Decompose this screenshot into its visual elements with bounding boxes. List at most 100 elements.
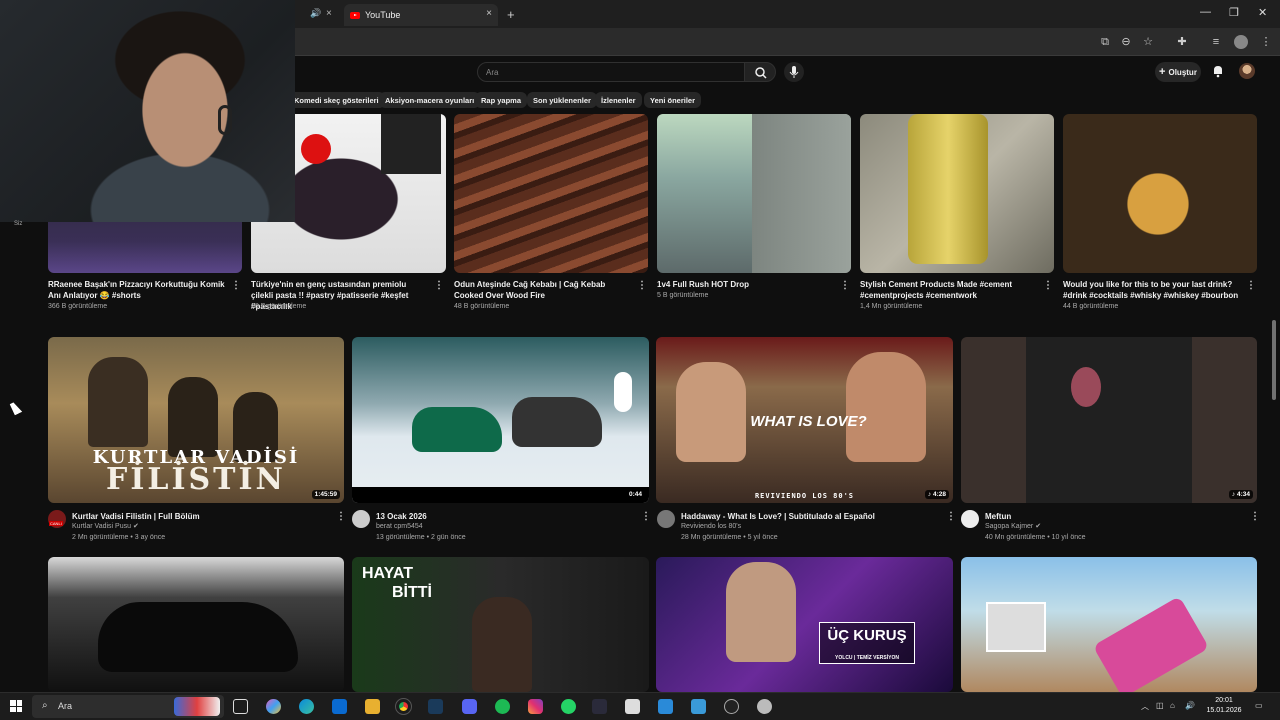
instagram-icon[interactable] — [528, 699, 543, 714]
video-thumbnail[interactable]: WHAT IS LOVE? REVIVIENDO LOS 80'S ♪ 4:28 — [656, 337, 953, 503]
chrome-icon[interactable] — [395, 698, 412, 715]
more-options-icon[interactable]: ⋮ — [434, 280, 444, 291]
more-options-icon[interactable]: ⋮ — [641, 511, 651, 522]
video-thumbnail[interactable] — [48, 557, 344, 692]
more-options-icon[interactable]: ⋮ — [1246, 280, 1256, 291]
chip-rap[interactable]: Rap yapma — [475, 92, 528, 108]
short-title[interactable]: RRaenee Başak'ın Pizzacıyı Korkuttuğu Ko… — [48, 279, 226, 301]
page-scrollbar[interactable] — [1272, 320, 1276, 400]
video-thumbnail[interactable]: 0:44 — [352, 337, 649, 503]
volume-icon[interactable]: 🔊 — [1185, 701, 1195, 710]
inactive-tab[interactable]: 🔊 × — [296, 6, 336, 24]
more-options-icon[interactable]: ⋮ — [946, 511, 956, 522]
video-title[interactable]: Meftun — [985, 511, 1245, 522]
spotify-icon[interactable] — [495, 699, 510, 714]
account-avatar[interactable] — [1239, 63, 1255, 79]
file-explorer-icon[interactable] — [365, 699, 380, 714]
chip-son-yuklenenler[interactable]: Son yüklenenler — [527, 92, 597, 108]
new-tab-button[interactable]: + — [507, 7, 515, 22]
short-thumbnail[interactable] — [860, 114, 1054, 273]
video-thumbnail[interactable]: KURTLAR VADİSİ FİLİSTİN 1:45:59 — [48, 337, 344, 503]
short-title[interactable]: Odun Ateşinde Cağ Kebabı | Cağ Kebab Coo… — [454, 279, 632, 301]
zoom-icon[interactable]: ⊖ — [1119, 35, 1133, 49]
video-title[interactable]: Kurtlar Vadisi Filistin | Full Bölüm — [72, 511, 332, 522]
short-thumbnail[interactable] — [1063, 114, 1257, 273]
taskbar-clock[interactable]: 20:01 15.01.2026 — [1199, 696, 1249, 716]
video-title[interactable]: Haddaway - What Is Love? | Subtitulado a… — [681, 511, 941, 522]
figure — [168, 377, 218, 457]
short-thumbnail[interactable] — [454, 114, 648, 273]
chip-yeni-oneriler[interactable]: Yeni öneriler — [644, 92, 702, 108]
short-title[interactable]: Stylish Cement Products Made #cement #ce… — [860, 279, 1038, 301]
chip-komedi[interactable]: Komedi skeç gösterileri — [288, 92, 385, 108]
taskbar-search-input[interactable]: ⌕ Ara — [32, 695, 224, 718]
channel-avatar[interactable] — [961, 510, 979, 528]
channel-name[interactable]: Kurtlar Vadisi Pusu ✔ — [72, 522, 139, 532]
more-options-icon[interactable]: ⋮ — [1250, 511, 1260, 522]
obs-icon[interactable] — [724, 699, 739, 714]
channel-name[interactable]: Reviviendo los 80's — [681, 522, 741, 532]
video-thumbnail[interactable]: ♪ 4:34 — [961, 337, 1257, 503]
notifications-button[interactable] — [1211, 64, 1225, 78]
vscode-icon[interactable] — [658, 699, 673, 714]
voice-search-button[interactable] — [784, 62, 804, 82]
more-options-icon[interactable]: ⋮ — [336, 511, 346, 522]
more-options-icon[interactable]: ⋮ — [231, 280, 241, 291]
restore-icon[interactable]: ❐ — [1229, 6, 1239, 19]
window-close-icon[interactable]: ✕ — [1258, 6, 1267, 19]
channel-avatar[interactable]: CANLI — [48, 510, 66, 528]
app-icon[interactable] — [691, 699, 706, 714]
media-control-icon[interactable]: ≡ — [1209, 35, 1223, 49]
video-title[interactable]: 13 Ocak 2026 — [376, 511, 636, 522]
install-app-icon[interactable]: ⧉ — [1098, 35, 1112, 49]
more-options-icon[interactable]: ⋮ — [637, 280, 647, 291]
video-thumbnail[interactable] — [961, 557, 1257, 692]
video-thumbnail[interactable]: HAYAT BİTTİ — [352, 557, 649, 692]
steam-icon[interactable] — [428, 699, 443, 714]
chip-izlenenler[interactable]: İzlenenler — [595, 92, 642, 108]
channel-name[interactable]: berat cpm5454 — [376, 522, 423, 532]
channel-avatar[interactable] — [657, 510, 675, 528]
search-button[interactable] — [744, 62, 776, 82]
minimize-icon[interactable]: — — [1200, 6, 1211, 18]
cement-mold — [908, 114, 988, 264]
channel-avatar[interactable] — [352, 510, 370, 528]
notifications-icon[interactable]: ▭ — [1255, 701, 1263, 710]
tray-chevron-icon[interactable]: ︿ — [1141, 701, 1149, 712]
profile-avatar-icon[interactable] — [1234, 35, 1248, 49]
notepad-icon[interactable] — [625, 699, 640, 714]
task-view-icon[interactable] — [233, 699, 248, 714]
bookmark-star-icon[interactable]: ☆ — [1141, 35, 1155, 49]
tab-youtube[interactable]: YouTube × — [344, 4, 498, 26]
extensions-icon[interactable]: ✚ — [1175, 35, 1189, 49]
short-thumbnail[interactable] — [657, 114, 851, 273]
discord-icon[interactable] — [462, 699, 477, 714]
more-options-icon[interactable]: ⋮ — [840, 280, 850, 291]
edge-icon[interactable] — [299, 699, 314, 714]
network-icon[interactable]: ⌂ — [1170, 701, 1175, 710]
channel-name[interactable]: Sagopa Kajmer ✔ — [985, 522, 1041, 532]
thumbnail-text: ÜÇ KURUŞ — [827, 627, 907, 644]
create-label: Oluştur — [1168, 67, 1197, 77]
chip-aksiyon[interactable]: Aksiyon-macera oyunları — [379, 92, 481, 108]
duration-badge: 0:44 — [625, 490, 645, 499]
whatsapp-icon[interactable] — [561, 699, 576, 714]
more-options-icon[interactable]: ⋮ — [1043, 280, 1053, 291]
app-icon[interactable] — [592, 699, 607, 714]
outlook-icon[interactable] — [332, 699, 347, 714]
copilot-icon[interactable] — [266, 699, 281, 714]
tab-close-icon[interactable]: × — [486, 8, 492, 19]
tab-close-icon[interactable]: × — [326, 8, 332, 19]
short-views: 44 B görüntüleme — [1063, 303, 1119, 310]
tab-audio-icon[interactable]: 🔊 — [310, 8, 321, 19]
tray-icon[interactable]: ◫ — [1156, 701, 1164, 710]
search-icon — [755, 67, 767, 79]
create-button[interactable]: + Oluştur — [1155, 62, 1201, 82]
short-title[interactable]: 1v4 Full Rush HOT Drop — [657, 279, 835, 290]
short-title[interactable]: Would you like for this to be your last … — [1063, 279, 1241, 301]
windows-start-icon[interactable] — [10, 700, 22, 712]
browser-menu-icon[interactable]: ⋮ — [1259, 35, 1273, 49]
video-thumbnail[interactable]: ÜÇ KURUŞ YOLCU | TEMİZ VERSİYON — [656, 557, 953, 692]
app-icon[interactable] — [757, 699, 772, 714]
search-input[interactable]: Ara — [477, 62, 745, 82]
